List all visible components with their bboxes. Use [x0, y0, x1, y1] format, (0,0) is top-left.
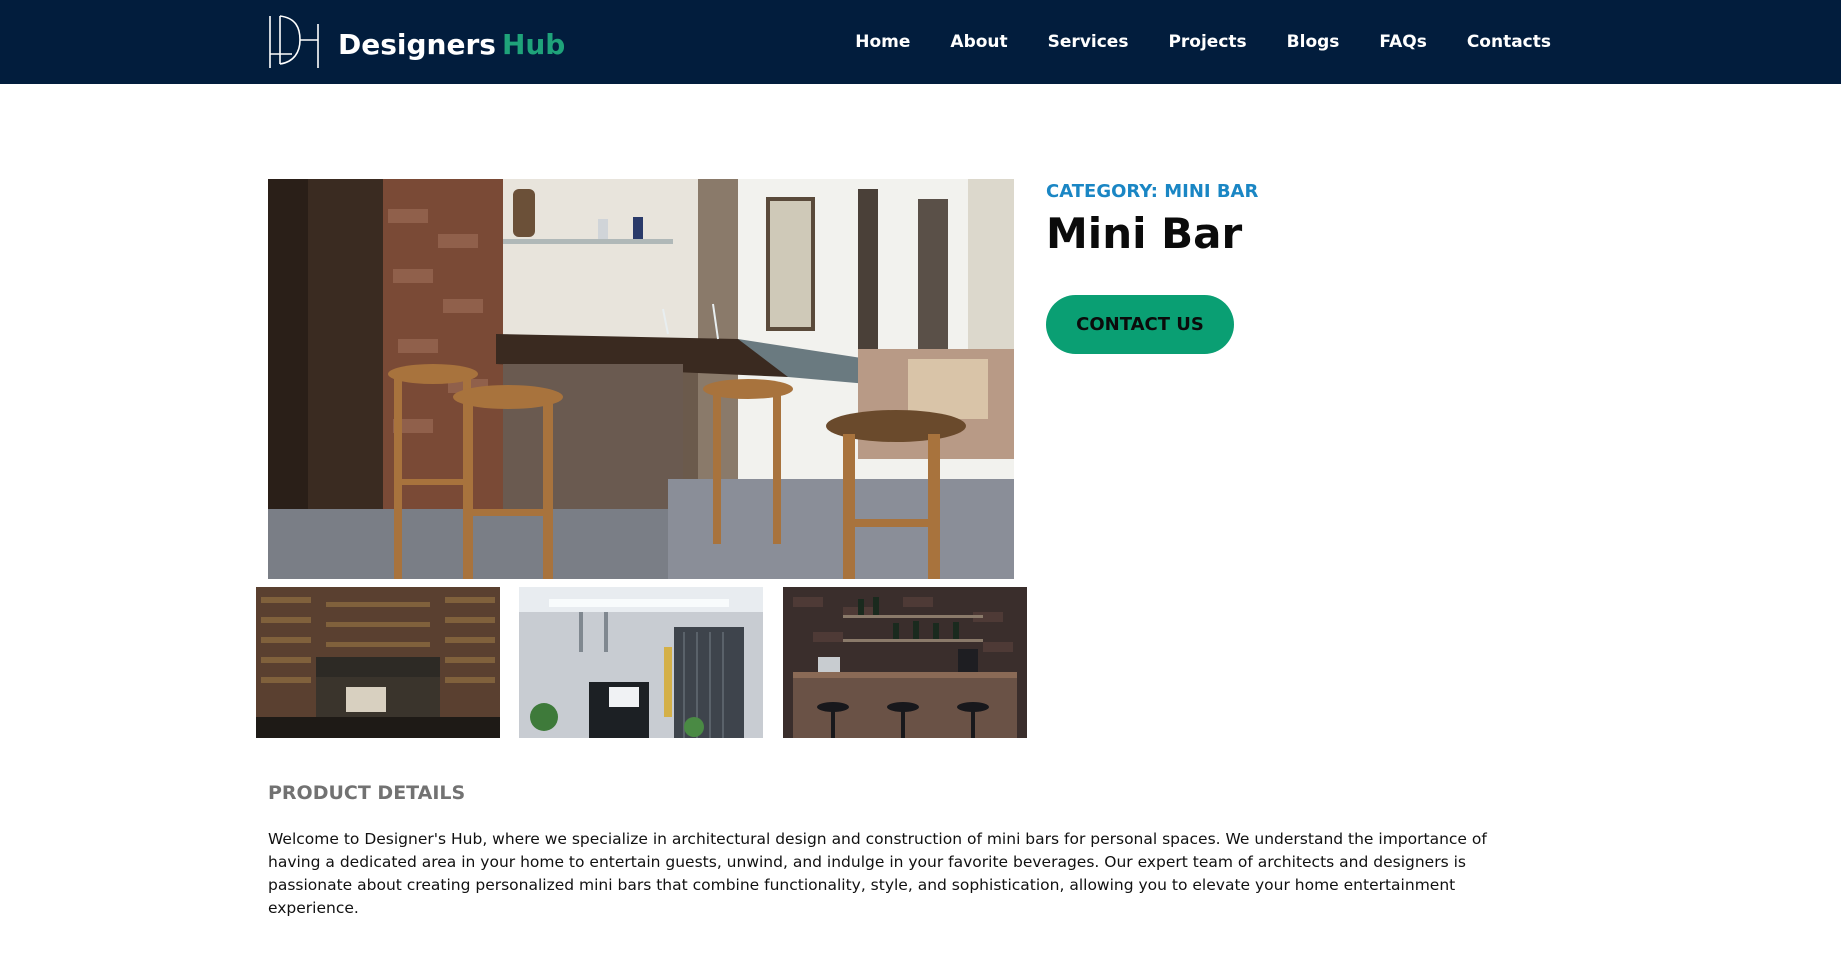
designers-hub-logo[interactable] — [266, 14, 322, 70]
nav-faqs[interactable]: FAQs — [1379, 32, 1426, 52]
product-details-heading: PRODUCT DETAILS — [268, 782, 466, 804]
nav-home[interactable]: Home — [855, 32, 910, 52]
nav-contacts[interactable]: Contacts — [1467, 32, 1551, 52]
brand-part-designers: Designers — [338, 28, 496, 61]
product-details-text: Welcome to Designer's Hub, where we spec… — [268, 830, 1487, 917]
brand-name[interactable]: Designers Hub — [338, 28, 565, 61]
thumbnail-brick-bar[interactable] — [783, 587, 1027, 738]
product-category: CATEGORY: MINI BAR — [1046, 181, 1259, 202]
nav-services[interactable]: Services — [1048, 32, 1129, 52]
thumbnail-modern-bar[interactable] — [519, 587, 763, 738]
nav-about[interactable]: About — [950, 32, 1007, 52]
nav-blogs[interactable]: Blogs — [1287, 32, 1340, 52]
nav-projects[interactable]: Projects — [1168, 32, 1246, 52]
navbar: Designers Hub Home About Services Project… — [0, 0, 1841, 84]
thumbnail-library[interactable] — [256, 587, 500, 738]
brand-part-hub: Hub — [501, 28, 566, 61]
contact-us-button[interactable]: CONTACT US — [1046, 295, 1234, 354]
product-title: Mini Bar — [1046, 209, 1243, 258]
main-navigation: Home About Services Projects Blogs FAQs … — [855, 32, 1551, 52]
main-product-image — [268, 179, 1014, 579]
